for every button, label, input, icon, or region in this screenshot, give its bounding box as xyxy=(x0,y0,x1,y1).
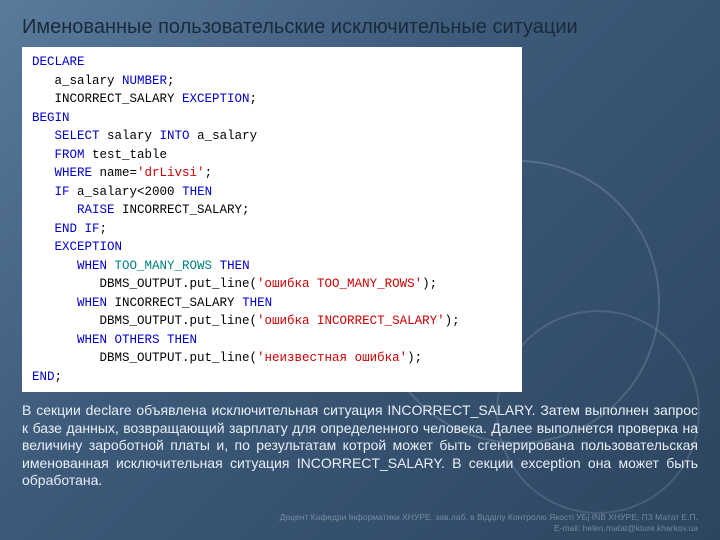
kw-begin: BEGIN xyxy=(32,111,70,125)
code-text xyxy=(32,185,55,199)
kw-if: IF xyxy=(55,185,70,199)
code-text: salary xyxy=(100,129,160,143)
code-text: a_salary xyxy=(32,74,122,88)
footer-line-2: E-mail: helen.matat@kture.kharkov.ua xyxy=(280,523,698,534)
str-literal: 'ошибка TOO_MANY_ROWS' xyxy=(257,277,422,291)
code-text: DBMS_OUTPUT.put_line( xyxy=(32,314,257,328)
code-text: ); xyxy=(407,351,422,365)
slide: Именованные пользовательские исключитель… xyxy=(0,0,720,540)
code-text xyxy=(32,240,55,254)
code-text: a_salary<2000 xyxy=(70,185,183,199)
str-literal: 'неизвестная ошибка' xyxy=(257,351,407,365)
kw-then: THEN xyxy=(220,259,250,273)
code-text: test_table xyxy=(85,148,168,162)
footer-line-1: Доцент Кафедри Інформатики ХНУРЕ, зав.ла… xyxy=(280,512,698,523)
code-text xyxy=(32,296,77,310)
kw-when: WHEN xyxy=(77,296,107,310)
code-text: ); xyxy=(422,277,437,291)
id-toomany: TOO_MANY_ROWS xyxy=(107,259,220,273)
code-text: ; xyxy=(250,92,258,106)
kw-when: WHEN xyxy=(77,259,107,273)
kw-exception: EXCEPTION xyxy=(55,240,123,254)
code-text: INCORRECT_SALARY xyxy=(32,92,182,106)
code-text xyxy=(32,129,55,143)
kw-select: SELECT xyxy=(55,129,100,143)
kw-where: WHERE xyxy=(55,166,93,180)
code-text: name= xyxy=(92,166,137,180)
code-text xyxy=(32,148,55,162)
code-block: DECLARE a_salary NUMBER; INCORRECT_SALAR… xyxy=(22,47,522,392)
code-text: ; xyxy=(55,370,63,384)
str-literal: 'drLivsi' xyxy=(137,166,205,180)
kw-then: THEN xyxy=(242,296,272,310)
kw-number: NUMBER xyxy=(122,74,167,88)
code-text: INCORRECT_SALARY xyxy=(107,296,242,310)
code-text: DBMS_OUTPUT.put_line( xyxy=(32,277,257,291)
code-text xyxy=(32,166,55,180)
str-literal: 'ошибка INCORRECT_SALARY' xyxy=(257,314,445,328)
code-text xyxy=(32,259,77,273)
code-text: ; xyxy=(100,222,108,236)
code-text: DBMS_OUTPUT.put_line( xyxy=(32,351,257,365)
slide-title: Именованные пользовательские исключитель… xyxy=(22,16,698,39)
code-text xyxy=(32,203,77,217)
code-text: a_salary xyxy=(190,129,258,143)
code-text: ; xyxy=(205,166,213,180)
code-text: ); xyxy=(445,314,460,328)
kw-endif: END IF xyxy=(55,222,100,236)
kw-whenothers: WHEN OTHERS THEN xyxy=(77,333,197,347)
code-text xyxy=(32,333,77,347)
kw-end: END xyxy=(32,370,55,384)
code-text: ; xyxy=(167,74,175,88)
footer: Доцент Кафедри Інформатики ХНУРЕ, зав.ла… xyxy=(280,512,698,534)
kw-into: INTO xyxy=(160,129,190,143)
code-text: INCORRECT_SALARY; xyxy=(115,203,250,217)
kw-raise: RAISE xyxy=(77,203,115,217)
kw-then: THEN xyxy=(182,185,212,199)
body-paragraph: В секции declare объявлена исключительна… xyxy=(22,402,698,490)
kw-exception: EXCEPTION xyxy=(182,92,250,106)
code-text xyxy=(32,222,55,236)
kw-from: FROM xyxy=(55,148,85,162)
kw-declare: DECLARE xyxy=(32,55,85,69)
